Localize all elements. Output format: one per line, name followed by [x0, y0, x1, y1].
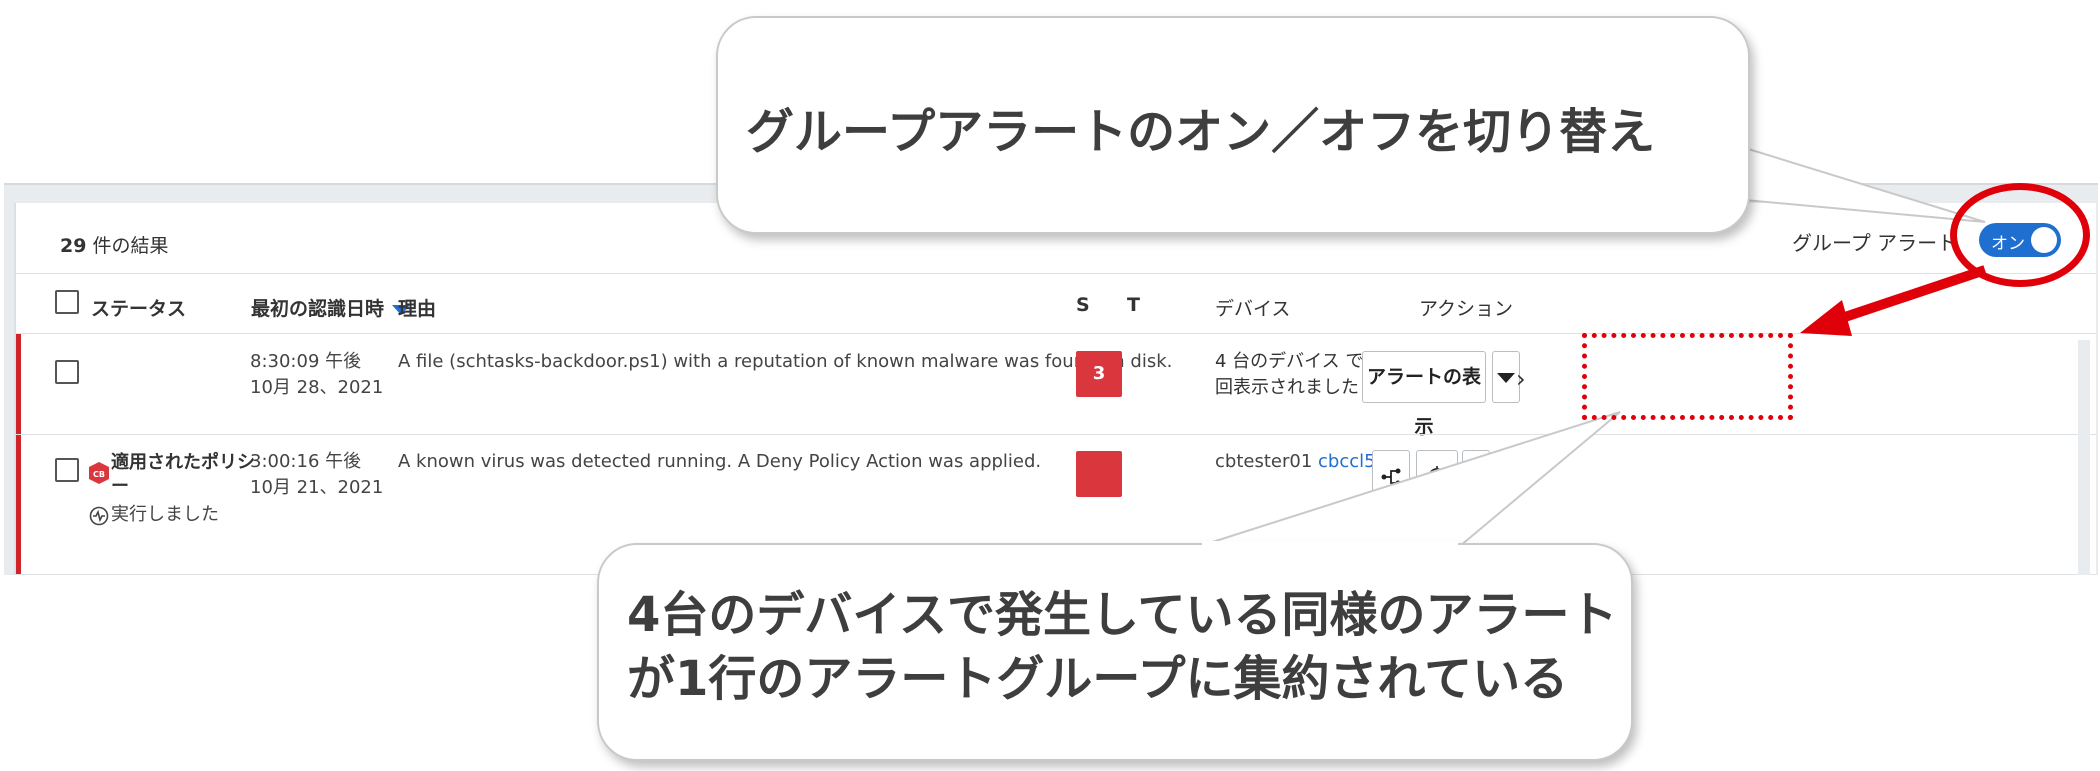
tail-seam	[1738, 150, 1748, 198]
callout-toggle-explanation: グループアラートのオン／オフを切り替え	[716, 16, 1750, 234]
callout-line1: 4台のデバイスで発生している同様のアラート	[627, 587, 1618, 643]
device-group-highlight	[1582, 333, 1793, 420]
callout-line2: が1行のアラートグループに集約されている	[627, 651, 1569, 707]
tail-seam	[1202, 541, 1458, 549]
callout-grouping-explanation: 4台のデバイスで発生している同様のアラート が1行のアラートグループに集約されて…	[597, 543, 1633, 761]
toggle-highlight-circle	[1950, 183, 2090, 287]
